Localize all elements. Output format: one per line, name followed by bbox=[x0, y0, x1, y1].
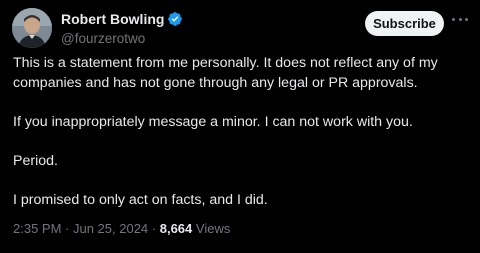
tweet-paragraph-1-cont: companies and has not gone through any l… bbox=[13, 74, 418, 91]
tweet-line: I promised to only act on facts, and I d… bbox=[13, 191, 473, 211]
tweet-date[interactable]: Jun 25, 2024 bbox=[73, 221, 148, 236]
subscribe-button[interactable]: Subscribe bbox=[365, 11, 444, 36]
meta-separator: · bbox=[61, 221, 73, 236]
tweet-paragraph-1: This is a statement from me personally. … bbox=[13, 55, 438, 71]
meta-separator: · bbox=[148, 221, 160, 236]
tweet-line: If you inappropriately message a minor. … bbox=[13, 113, 473, 133]
verified-badge-icon[interactable] bbox=[167, 11, 183, 27]
views-count: 8,664 bbox=[159, 221, 193, 236]
tweet-text: This is a statement from me personally. … bbox=[13, 54, 473, 210]
tweet-paragraph-4: I promised to only act on facts, and I d… bbox=[13, 191, 268, 208]
tweet-line: Period. bbox=[13, 152, 473, 172]
tweet-time[interactable]: 2:35 PM bbox=[13, 221, 61, 236]
tweet-line: companies and has not gone through any l… bbox=[13, 74, 473, 94]
more-options-icon[interactable] bbox=[452, 16, 468, 22]
views-label: Views bbox=[195, 221, 231, 236]
tweet-header: Robert Bowling @fourzerotwo bbox=[61, 10, 183, 48]
tweet: Robert Bowling @fourzerotwo Subscribe Th… bbox=[0, 0, 480, 253]
tweet-paragraph-2: If you inappropriately message a minor. … bbox=[13, 113, 413, 130]
dot bbox=[465, 17, 468, 21]
name-row: Robert Bowling bbox=[61, 10, 183, 28]
dot bbox=[458, 17, 462, 21]
avatar[interactable] bbox=[12, 8, 52, 48]
tweet-paragraph-3: Period. bbox=[13, 152, 58, 169]
handle[interactable]: @fourzerotwo bbox=[61, 30, 183, 48]
dot bbox=[452, 17, 455, 21]
tweet-meta: 2:35 PM · Jun 25, 2024 · 8,664 Views bbox=[13, 220, 230, 238]
display-name[interactable]: Robert Bowling bbox=[61, 10, 164, 28]
tweet-line: This is a statement from me personally. … bbox=[13, 54, 473, 74]
